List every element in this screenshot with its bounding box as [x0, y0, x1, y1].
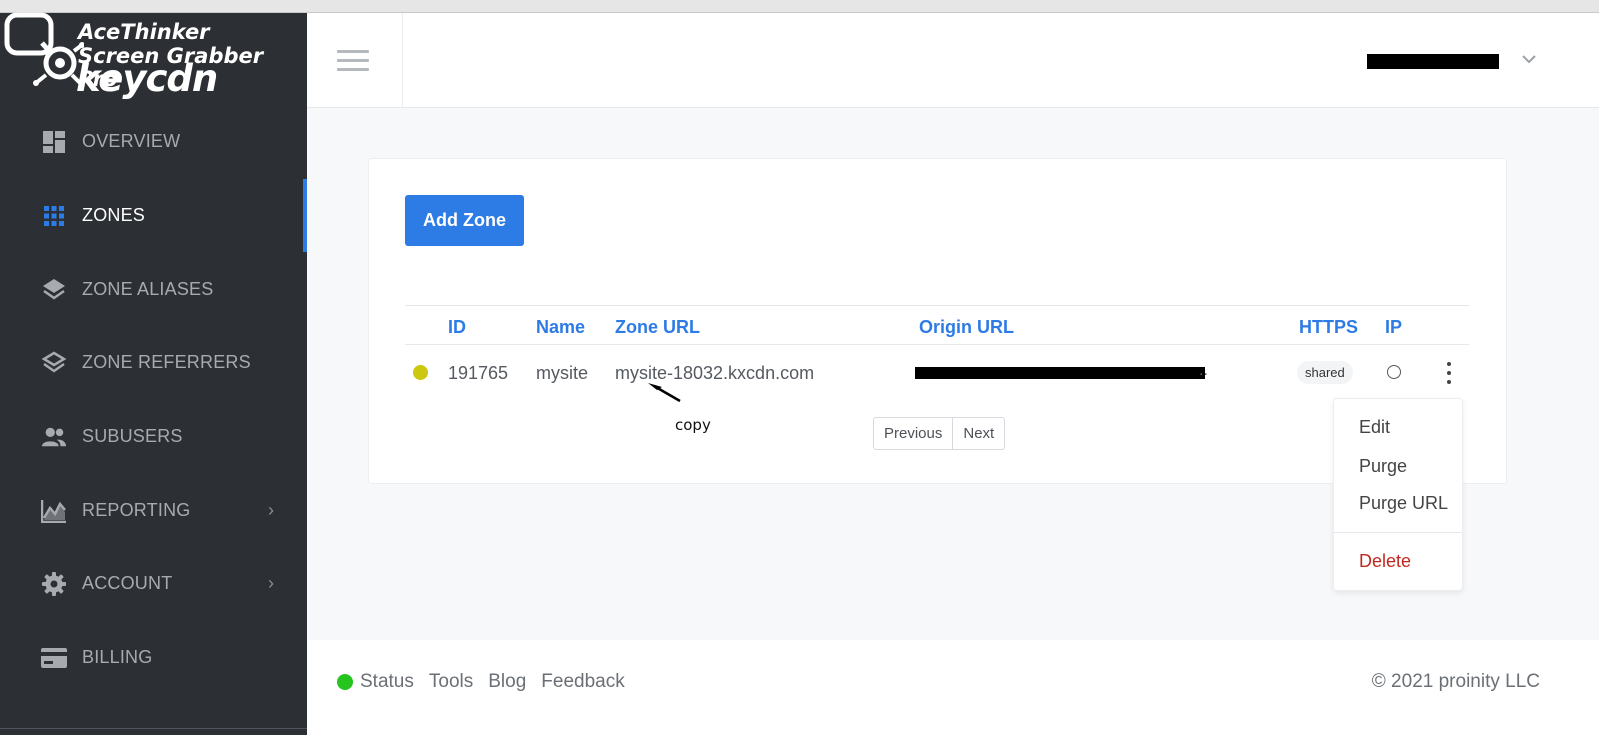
footer-link-blog[interactable]: Blog: [488, 671, 526, 693]
menu-item-purge-url[interactable]: Purge URL: [1359, 493, 1448, 514]
sidebar-item-label: ZONE ALIASES: [82, 279, 214, 299]
sidebar-item-label: ZONE REFERRERS: [82, 352, 251, 372]
sidebar-item-reporting[interactable]: REPORTING ›: [0, 474, 307, 547]
sidebar: keycdn AceThinker Screen Grabber Pro OVE…: [0, 12, 307, 735]
gear-icon: [41, 571, 67, 597]
table-header-border: [405, 344, 1469, 345]
user-name-redacted[interactable]: [1367, 54, 1499, 69]
logo-area: keycdn AceThinker Screen Grabber Pro: [0, 12, 307, 108]
column-header-zone-url[interactable]: Zone URL: [615, 317, 700, 338]
menu-item-edit[interactable]: Edit: [1359, 417, 1390, 438]
sidebar-item-billing[interactable]: BILLING: [0, 621, 307, 694]
sidebar-divider: [0, 728, 307, 729]
row-actions-dropdown: Edit Purge Purge URL Delete: [1333, 398, 1463, 591]
column-header-name[interactable]: Name: [536, 317, 585, 338]
column-header-https[interactable]: HTTPS: [1299, 317, 1358, 338]
pagination: Previous Next: [873, 417, 1006, 450]
column-header-id[interactable]: ID: [448, 317, 466, 338]
add-zone-button[interactable]: Add Zone: [405, 195, 524, 246]
sidebar-item-label: ZONES: [82, 205, 146, 225]
menu-item-purge[interactable]: Purge: [1359, 456, 1407, 477]
layers-icon: [41, 277, 67, 303]
menu-divider: [1334, 532, 1462, 533]
footer: Status Tools Blog Feedback © 2021 proini…: [307, 640, 1599, 735]
layers-outline-icon: [41, 350, 67, 376]
origin-url-ellipsis: ..: [1199, 362, 1208, 379]
column-header-ip[interactable]: IP: [1385, 317, 1402, 338]
sidebar-item-zone-aliases[interactable]: ZONE ALIASES: [0, 253, 307, 326]
footer-links: Status Tools Blog Feedback: [337, 671, 640, 693]
credit-card-icon: [41, 645, 67, 671]
previous-page-button[interactable]: Previous: [874, 418, 952, 449]
chevron-right-icon: ›: [268, 500, 274, 520]
recorder-logo-icon: [4, 12, 84, 86]
zone-url[interactable]: mysite-18032.kxcdn.com: [615, 363, 814, 384]
https-badge: shared: [1297, 361, 1353, 384]
sidebar-item-account[interactable]: ACCOUNT ›: [0, 547, 307, 620]
sidebar-item-label: SUBUSERS: [82, 426, 183, 446]
zone-name[interactable]: mysite: [536, 363, 588, 384]
sidebar-item-zone-referrers[interactable]: ZONE REFERRERS: [0, 326, 307, 399]
menu-item-delete[interactable]: Delete: [1359, 551, 1411, 572]
ip-radio[interactable]: [1387, 365, 1401, 379]
chevron-down-icon[interactable]: [1519, 49, 1539, 69]
column-header-origin-url[interactable]: Origin URL: [919, 317, 1014, 338]
row-actions-kebab-icon[interactable]: [1443, 362, 1455, 384]
origin-url-redacted: [915, 367, 1205, 379]
table-top-border: [405, 305, 1469, 306]
annotation-arrow-icon: [648, 383, 681, 403]
status-indicator-icon: [337, 674, 353, 690]
sidebar-item-label: OVERVIEW: [82, 131, 181, 151]
copyright: © 2021 proinity LLC: [1371, 671, 1540, 692]
next-page-button[interactable]: Next: [952, 418, 1004, 449]
annotation-label: copy: [675, 416, 711, 434]
chevron-right-icon: ›: [268, 573, 274, 593]
sidebar-item-zones[interactable]: ZONES: [0, 179, 307, 252]
watermark-line1: AceThinker: [78, 20, 210, 44]
footer-link-tools[interactable]: Tools: [429, 671, 473, 693]
sidebar-item-label: BILLING: [82, 647, 153, 667]
footer-link-status[interactable]: Status: [360, 671, 414, 693]
window-top-strip: [0, 0, 1599, 13]
chart-icon: [41, 498, 67, 524]
sidebar-item-overview[interactable]: OVERVIEW: [0, 105, 307, 178]
people-icon: [41, 424, 67, 450]
zone-id: 191765: [448, 363, 509, 383]
header-divider: [402, 13, 403, 108]
grid-icon: [41, 203, 67, 229]
sidebar-item-subusers[interactable]: SUBUSERS: [0, 400, 307, 473]
watermark-line2: Screen Grabber Pro: [78, 44, 264, 91]
menu-toggle-icon[interactable]: [337, 50, 369, 72]
footer-link-feedback[interactable]: Feedback: [541, 671, 624, 693]
sidebar-item-label: REPORTING: [82, 500, 191, 520]
sidebar-item-label: ACCOUNT: [82, 573, 173, 593]
zone-status-dot: [413, 365, 428, 380]
dashboard-icon: [41, 129, 67, 155]
top-header: [307, 13, 1599, 108]
